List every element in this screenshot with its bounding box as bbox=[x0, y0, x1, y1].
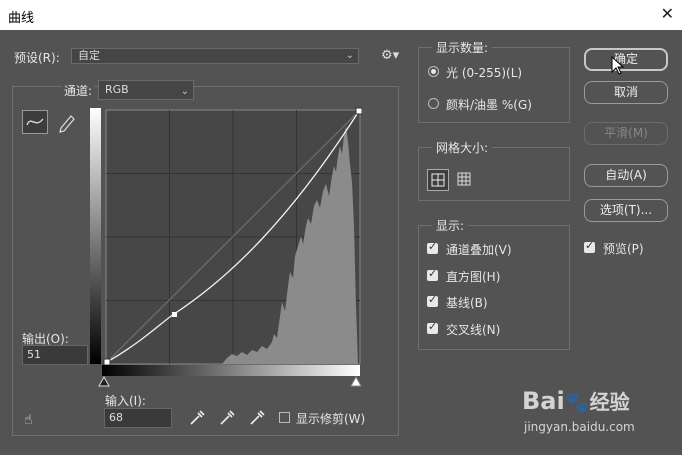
pencil-tool[interactable] bbox=[55, 110, 79, 134]
curve-point-tool[interactable] bbox=[22, 110, 48, 134]
intersection-line-label: 交叉线(N) bbox=[446, 323, 501, 337]
channel-dropdown[interactable]: RGB ⌄ bbox=[98, 80, 194, 100]
window-title: 曲线 bbox=[8, 11, 35, 26]
grid-detailed-button[interactable] bbox=[454, 169, 476, 191]
channel-overlay-checkbox[interactable] bbox=[427, 240, 438, 254]
pigment-radio[interactable] bbox=[428, 98, 439, 109]
auto-button[interactable]: 自动(A) bbox=[584, 164, 668, 187]
baseline-checkbox[interactable] bbox=[427, 293, 438, 307]
show-title: 显示: bbox=[432, 217, 469, 234]
display-amount-title: 显示数量: bbox=[432, 39, 493, 56]
intersection-line-checkbox[interactable] bbox=[427, 320, 438, 334]
gear-icon[interactable]: ⚙▾ bbox=[381, 48, 399, 63]
input-gradient-bar bbox=[102, 365, 360, 376]
close-icon[interactable]: ✕ bbox=[661, 4, 674, 23]
pigment-radio-label: 颜料/油墨 %(G) bbox=[446, 98, 532, 112]
pencil-icon bbox=[59, 115, 75, 133]
grid-detailed-icon bbox=[457, 172, 471, 186]
white-point-slider[interactable] bbox=[350, 376, 362, 387]
white-eyedropper-icon[interactable] bbox=[248, 409, 266, 427]
channel-value: RGB bbox=[105, 83, 129, 96]
black-eyedropper-icon[interactable] bbox=[188, 409, 206, 427]
ok-button[interactable]: 确定 bbox=[584, 48, 668, 71]
mouse-cursor-icon bbox=[611, 56, 625, 75]
watermark-brand: 经验 bbox=[589, 390, 630, 414]
curve-icon bbox=[26, 118, 44, 126]
baseline-label: 基线(B) bbox=[446, 296, 488, 310]
options-button[interactable]: 选项(T)... bbox=[584, 199, 668, 222]
histogram-label: 直方图(H) bbox=[446, 270, 501, 284]
watermark-url: jingyan.baidu.com bbox=[524, 420, 635, 434]
chevron-down-icon: ⌄ bbox=[180, 86, 189, 97]
curve-graph[interactable] bbox=[102, 106, 362, 368]
paw-icon: 🐾 bbox=[564, 390, 590, 414]
output-gradient-bar bbox=[90, 108, 101, 364]
cancel-button[interactable]: 取消 bbox=[584, 81, 668, 104]
channel-overlay-label: 通道叠加(V) bbox=[446, 243, 512, 257]
show-clipping-label: 显示修剪(W) bbox=[296, 412, 366, 426]
target-adjust-icon[interactable]: ☝ bbox=[24, 412, 33, 428]
preset-label: 预设(R): bbox=[14, 51, 60, 65]
curve-point[interactable] bbox=[355, 107, 362, 115]
light-radio-label: 光 (0-255)(L) bbox=[446, 66, 523, 80]
watermark-logo-text: Bai bbox=[522, 387, 565, 415]
curves-dialog: 预设(R): 自定 ⌄ ⚙▾ 通道: RGB ⌄ 输出(O): 51 输入(I)… bbox=[0, 30, 682, 455]
preset-value: 自定 bbox=[78, 49, 100, 62]
input-field[interactable]: 68 bbox=[104, 408, 172, 428]
light-radio[interactable] bbox=[428, 66, 439, 77]
histogram-checkbox[interactable] bbox=[427, 267, 438, 281]
grid-simple-icon bbox=[431, 173, 445, 187]
smooth-button[interactable]: 平滑(M) bbox=[584, 122, 668, 145]
title-bar: 曲线 ✕ bbox=[0, 0, 682, 30]
black-point-slider[interactable] bbox=[98, 376, 110, 387]
watermark-logo: Bai🐾经验 bbox=[522, 386, 630, 415]
curve-point[interactable] bbox=[172, 312, 177, 317]
show-clipping-checkbox[interactable] bbox=[279, 412, 290, 423]
input-label: 输入(I): bbox=[105, 394, 146, 408]
preview-label: 预览(P) bbox=[603, 242, 644, 256]
preset-dropdown[interactable]: 自定 ⌄ bbox=[71, 48, 359, 64]
grid-simple-button[interactable] bbox=[427, 169, 449, 191]
channel-label: 通道: bbox=[62, 82, 95, 99]
chevron-down-icon: ⌄ bbox=[345, 50, 354, 61]
preview-checkbox[interactable] bbox=[584, 239, 595, 253]
output-field[interactable]: 51 bbox=[22, 345, 88, 365]
grid-size-title: 网格大小: bbox=[432, 139, 493, 156]
gray-eyedropper-icon[interactable] bbox=[218, 409, 236, 427]
